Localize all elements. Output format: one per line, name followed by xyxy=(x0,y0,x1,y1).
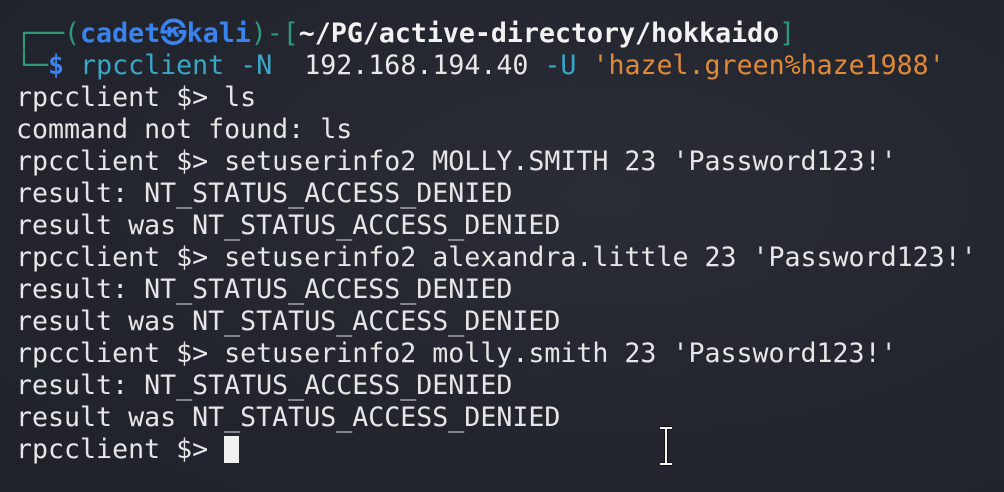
output-line: rpcclient $> setuserinfo2 molly.smith 23… xyxy=(16,338,897,369)
prompt-path: ~/PG/active-directory/hokkaido xyxy=(298,18,780,49)
current-prompt: rpcclient $> xyxy=(16,434,225,465)
prompt-user: cadet xyxy=(80,18,161,49)
command-flag-n: -N xyxy=(240,50,273,81)
text-cursor xyxy=(224,436,240,463)
output-line: result was NT_STATUS_ACCESS_DENIED xyxy=(16,402,561,433)
prompt-header: ┌──(cadet㉿kali)-[~/PG/active-directory/h… xyxy=(16,18,796,49)
output-line: rpcclient $> ls xyxy=(16,82,257,113)
output-line: result: NT_STATUS_ACCESS_DENIED xyxy=(16,370,513,401)
command-ip: 192.168.194.40 xyxy=(304,50,529,81)
prompt-host: kali xyxy=(186,18,251,49)
current-prompt-line[interactable]: rpcclient $> xyxy=(16,434,977,466)
output-line: result was NT_STATUS_ACCESS_DENIED xyxy=(16,210,561,241)
output-line: rpcclient $> setuserinfo2 alexandra.litt… xyxy=(16,242,977,273)
terminal-output[interactable]: ┌──(cadet㉿kali)-[~/PG/active-directory/h… xyxy=(16,18,977,466)
command-line: └─$ rpcclient -N 192.168.194.40 -U 'haze… xyxy=(16,50,945,81)
ibeam-cursor-icon xyxy=(660,426,672,466)
command-credential: 'hazel.green%haze1988' xyxy=(592,50,945,81)
kali-logo-icon: ㉿ xyxy=(160,18,187,49)
output-line: result: NT_STATUS_ACCESS_DENIED xyxy=(16,178,513,209)
output-line: rpcclient $> setuserinfo2 MOLLY.SMITH 23… xyxy=(16,146,897,177)
output-line: command not found: ls xyxy=(16,114,353,145)
output-line: result: NT_STATUS_ACCESS_DENIED xyxy=(16,274,513,305)
output-line: result was NT_STATUS_ACCESS_DENIED xyxy=(16,306,561,337)
command-name: rpcclient xyxy=(80,50,225,81)
command-flag-u: -U xyxy=(544,50,577,81)
